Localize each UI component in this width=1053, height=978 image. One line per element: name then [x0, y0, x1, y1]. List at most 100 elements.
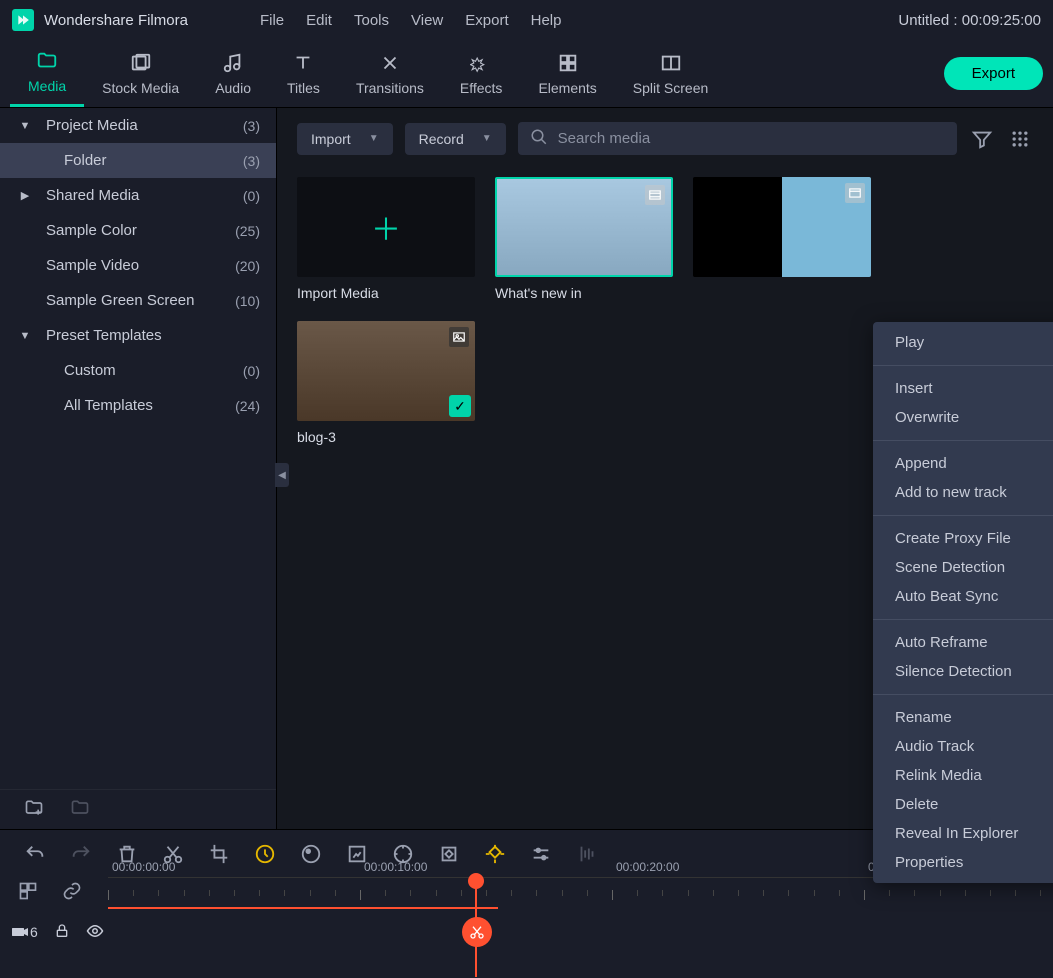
sidebar-label: Folder: [64, 152, 243, 169]
crop-icon[interactable]: [208, 843, 230, 865]
new-folder-icon[interactable]: [24, 798, 44, 821]
context-menu-item[interactable]: Create Proxy File: [873, 524, 1053, 553]
project-title: Untitled: [898, 12, 949, 29]
sidebar-label: Custom: [64, 362, 243, 379]
context-menu: PlayInsertShift+IOverwriteShift+OAppendA…: [873, 322, 1053, 883]
folder-icon[interactable]: [70, 798, 90, 821]
sidebar-count: (24): [235, 398, 260, 414]
sidebar-item[interactable]: Sample Green Screen(10): [0, 283, 276, 318]
caret-icon: ▶: [16, 189, 34, 202]
keyframe-icon[interactable]: [438, 843, 460, 865]
import-dropdown[interactable]: Import▼: [297, 123, 393, 155]
sidebar-label: All Templates: [64, 397, 235, 414]
adjust-icon[interactable]: [530, 843, 552, 865]
sidebar-label: Shared Media: [46, 187, 243, 204]
chevron-down-icon: ▼: [482, 133, 492, 144]
caret-icon: ▼: [16, 120, 34, 132]
menu-export[interactable]: Export: [465, 12, 508, 29]
tick-label: 00:00:10:00: [364, 860, 427, 874]
sidebar-item[interactable]: ▼ Project Media(3): [0, 108, 276, 143]
context-menu-item[interactable]: Play: [873, 328, 1053, 357]
export-button[interactable]: Export: [944, 57, 1043, 90]
search-wrap: [518, 122, 957, 155]
context-menu-item[interactable]: Relink Media: [873, 761, 1053, 790]
lock-icon[interactable]: [54, 923, 70, 942]
sidebar-item[interactable]: All Templates(24): [0, 388, 276, 423]
context-menu-item[interactable]: Append: [873, 449, 1053, 478]
sidebar-count: (3): [243, 153, 260, 169]
sidebar-label: Sample Color: [46, 222, 235, 239]
tab-audio[interactable]: Audio: [197, 40, 269, 107]
app-logo: [12, 9, 34, 31]
tab-media[interactable]: Media: [10, 40, 84, 107]
chevron-down-icon: ▼: [369, 133, 379, 144]
sidebar-label: Sample Green Screen: [46, 292, 235, 309]
context-menu-item[interactable]: DeleteDel: [873, 790, 1053, 819]
import-media-tile[interactable]: ＋ Import Media: [297, 177, 475, 301]
search-input[interactable]: [558, 130, 945, 147]
sidebar-count: (3): [243, 118, 260, 134]
menu-view[interactable]: View: [411, 12, 443, 29]
menu-file[interactable]: File: [260, 12, 284, 29]
sidebar-item[interactable]: ▶Shared Media(0): [0, 178, 276, 213]
menu-help[interactable]: Help: [531, 12, 562, 29]
sidebar-item[interactable]: Sample Color(25): [0, 213, 276, 248]
tab-titles[interactable]: Titles: [269, 40, 338, 107]
tab-stock-media[interactable]: Stock Media: [84, 40, 197, 107]
record-dropdown[interactable]: Record▼: [405, 123, 506, 155]
split-badge-icon[interactable]: [462, 917, 492, 947]
context-menu-item[interactable]: Audio Track▶: [873, 732, 1053, 761]
context-menu-item[interactable]: Properties: [873, 848, 1053, 877]
sidebar-label: Sample Video: [46, 257, 235, 274]
image-badge-icon: [449, 327, 469, 347]
sidebar: ▼Project Media(3)Folder(3)▶Shared Media(…: [0, 108, 276, 829]
sidebar-count: (0): [243, 363, 260, 379]
context-menu-item[interactable]: Auto Reframe: [873, 628, 1053, 657]
tab-elements[interactable]: Elements: [520, 40, 614, 107]
sidebar-footer: [0, 789, 276, 829]
sidebar-label: Project Media: [46, 117, 243, 134]
sidebar-item[interactable]: Custom(0): [0, 353, 276, 388]
filter-icon[interactable]: [969, 126, 995, 152]
media-clip[interactable]: ✓ blog-3: [297, 321, 475, 445]
tab-transitions[interactable]: Transitions: [338, 40, 442, 107]
sidebar-item[interactable]: ▼Preset Templates: [0, 318, 276, 353]
add-marker-icon[interactable]: [484, 843, 506, 865]
media-clip[interactable]: What's new in: [495, 177, 673, 301]
link-icon[interactable]: [62, 881, 82, 904]
context-menu-item[interactable]: Silence Detection: [873, 657, 1053, 686]
undo-icon[interactable]: [24, 843, 46, 865]
sidebar-item[interactable]: Folder(3): [0, 143, 276, 178]
context-menu-item[interactable]: Add to new track: [873, 478, 1053, 507]
sidebar-collapse-handle[interactable]: ◀: [275, 463, 289, 487]
menu-edit[interactable]: Edit: [306, 12, 332, 29]
context-menu-item[interactable]: OverwriteShift+O: [873, 403, 1053, 432]
context-menu-item[interactable]: InsertShift+I: [873, 374, 1053, 403]
sidebar-count: (20): [235, 258, 260, 274]
sidebar-count: (25): [235, 223, 260, 239]
audio-mixer-icon[interactable]: [576, 843, 598, 865]
context-menu-item[interactable]: Scene Detection: [873, 553, 1053, 582]
grid-view-icon[interactable]: [1007, 126, 1033, 152]
check-icon: ✓: [449, 395, 471, 417]
caret-icon: ▼: [16, 330, 34, 342]
timeline-mode-icon[interactable]: [18, 881, 38, 904]
content-area: ◀ Import▼ Record▼ ＋ Import Media What's …: [276, 108, 1053, 829]
timeline[interactable]: 00:00:00:0000:00:10:0000:00:20:0000:00:3…: [0, 877, 1053, 977]
menu-tools[interactable]: Tools: [354, 12, 389, 29]
tab-split-screen[interactable]: Split Screen: [615, 40, 726, 107]
context-menu-item[interactable]: RenameF2: [873, 703, 1053, 732]
eye-icon[interactable]: [86, 922, 104, 943]
video-badge-icon: [645, 185, 665, 205]
tick-label: 00:00:20:00: [616, 860, 679, 874]
menubar: File Edit Tools View Export Help: [260, 12, 562, 29]
tab-effects[interactable]: Effects: [442, 40, 521, 107]
redo-icon[interactable]: [70, 843, 92, 865]
app-name: Wondershare Filmora: [44, 12, 188, 29]
media-clip[interactable]: [693, 177, 871, 301]
context-menu-item[interactable]: Reveal In ExplorerCtrl+Shift+R: [873, 819, 1053, 848]
sidebar-item[interactable]: Sample Video(20): [0, 248, 276, 283]
context-menu-item[interactable]: Auto Beat Sync: [873, 582, 1053, 611]
speed-icon[interactable]: [254, 843, 276, 865]
color-icon[interactable]: [300, 843, 322, 865]
